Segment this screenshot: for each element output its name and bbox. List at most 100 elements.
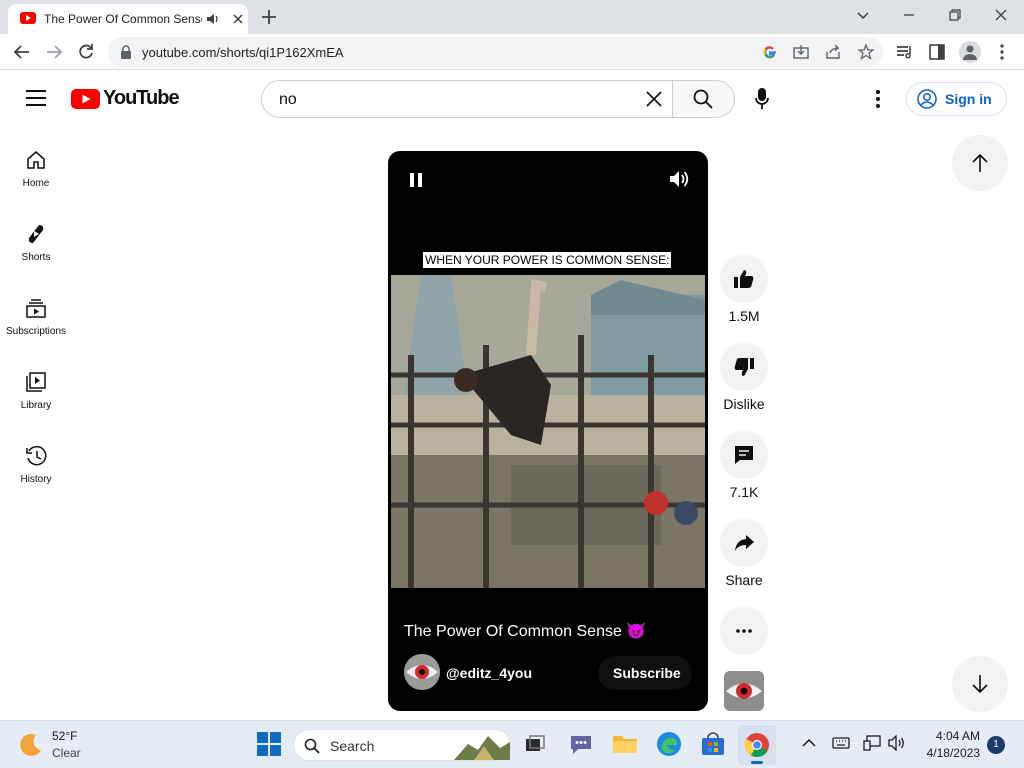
address-bar[interactable]: youtube.com/shorts/qi1P162XmEA <box>108 37 883 67</box>
file-explorer-icon[interactable] <box>612 731 638 757</box>
keyboard-icon[interactable] <box>832 736 850 750</box>
share-page-icon[interactable] <box>825 44 841 60</box>
browser-titlebar: The Power Of Common Sense <box>0 0 1024 34</box>
shorts-icon <box>28 225 44 243</box>
sound-thumbnail[interactable] <box>724 671 764 711</box>
previous-short-button[interactable] <box>952 135 1008 191</box>
channel-avatar[interactable] <box>404 654 440 690</box>
subscriptions-icon <box>26 299 46 318</box>
clock-date[interactable]: 4/18/2023 <box>910 746 980 760</box>
install-app-icon[interactable] <box>793 44 809 60</box>
dislike-label: Dislike <box>723 396 765 412</box>
dislike-button[interactable] <box>720 343 768 391</box>
lock-icon[interactable] <box>120 45 132 59</box>
taskbar-search-label: Search <box>330 738 375 754</box>
windows-taskbar: 52°F Clear Search 4:04 AM 4/18/2023 1 <box>0 720 1024 768</box>
side-panel-icon[interactable] <box>929 44 945 60</box>
like-count: 1.5M <box>728 308 760 324</box>
weather-temperature[interactable]: 52°F <box>52 729 77 743</box>
settings-menu-icon[interactable] <box>875 90 881 108</box>
window-close-icon[interactable] <box>994 8 1008 22</box>
arrow-down-icon <box>972 675 988 694</box>
search-highlight-icon <box>454 736 510 760</box>
weather-condition[interactable]: Clear <box>52 746 81 760</box>
youtube-logo[interactable]: YouTube <box>71 87 180 111</box>
url-text[interactable]: youtube.com/shorts/qi1P162XmEA <box>142 45 344 60</box>
video-caption: WHEN YOUR POWER IS COMMON SENSE: <box>423 252 672 268</box>
search-input[interactable]: no <box>261 80 673 118</box>
clock-time[interactable]: 4:04 AM <box>930 729 980 743</box>
chrome-taskbar-button[interactable] <box>738 725 776 765</box>
next-short-button[interactable] <box>952 656 1008 712</box>
taskbar-search[interactable]: Search <box>293 729 511 761</box>
search-input-value[interactable]: no <box>279 91 297 109</box>
browser-menu-icon[interactable] <box>999 44 1005 60</box>
share-button[interactable] <box>720 519 768 567</box>
tab-title: The Power Of Common Sense <box>44 12 202 26</box>
sidebar-item-history[interactable]: History <box>0 445 72 519</box>
tab-search-icon[interactable] <box>856 8 870 22</box>
new-tab-icon[interactable] <box>260 8 278 26</box>
minimize-icon[interactable] <box>902 8 916 22</box>
comments-button[interactable] <box>720 431 768 479</box>
network-icon[interactable] <box>863 735 881 751</box>
active-app-indicator <box>751 761 763 764</box>
teams-chat-icon[interactable] <box>568 731 594 757</box>
sign-in-label: Sign in <box>945 91 992 107</box>
channel-eye-logo-icon <box>724 671 764 711</box>
profile-avatar[interactable] <box>959 41 981 63</box>
youtube-favicon-icon <box>20 12 36 24</box>
share-label: Share <box>725 572 763 588</box>
channel-eye-logo-icon <box>404 654 440 690</box>
edge-browser-icon[interactable] <box>656 731 682 757</box>
home-icon <box>27 151 45 169</box>
sidebar-item-home[interactable]: Home <box>0 149 72 223</box>
tab-audio-icon[interactable] <box>206 12 220 26</box>
sidebar-item-label: Shorts <box>21 252 51 263</box>
task-view-icon[interactable] <box>522 731 548 757</box>
restore-icon[interactable] <box>948 8 962 22</box>
windows-start-icon[interactable] <box>256 731 282 757</box>
arrow-up-icon <box>972 153 988 172</box>
pause-icon[interactable] <box>409 172 423 188</box>
share-arrow-icon <box>735 535 754 551</box>
sidebar-item-shorts[interactable]: Shorts <box>0 223 72 297</box>
sign-in-button[interactable]: Sign in <box>906 82 1007 116</box>
search-button[interactable] <box>672 80 735 118</box>
youtube-logo-text: YouTube <box>103 87 180 109</box>
video-frame[interactable] <box>391 275 705 588</box>
sidebar-item-subscriptions[interactable]: Subscriptions <box>0 297 72 371</box>
hamburger-menu-icon[interactable] <box>26 90 46 106</box>
volume-icon[interactable] <box>669 169 691 189</box>
voice-search-icon[interactable] <box>755 88 769 110</box>
show-hidden-icons-icon[interactable] <box>802 738 816 748</box>
back-icon[interactable] <box>13 43 31 61</box>
short-title[interactable]: The Power Of Common Sense 😈 <box>404 621 646 641</box>
google-icon[interactable] <box>762 44 778 60</box>
search-icon <box>693 89 713 109</box>
clear-search-icon[interactable] <box>646 91 662 107</box>
reading-list-icon[interactable] <box>896 44 914 60</box>
weather-moon-icon[interactable] <box>18 732 44 758</box>
tab-close-icon[interactable] <box>232 13 244 25</box>
comment-icon <box>735 446 753 464</box>
channel-name[interactable]: @editz_4you <box>446 665 532 681</box>
microsoft-store-icon[interactable] <box>700 731 726 757</box>
library-icon <box>26 372 46 392</box>
reload-icon[interactable] <box>77 43 95 61</box>
like-button[interactable] <box>720 255 768 303</box>
chrome-icon <box>745 733 769 758</box>
subscribe-button[interactable]: Subscribe <box>598 656 692 690</box>
speaker-icon[interactable] <box>888 735 906 751</box>
browser-toolbar: youtube.com/shorts/qi1P162XmEA <box>0 34 1024 70</box>
sidebar-item-label: Library <box>20 400 52 411</box>
sidebar-item-label: Home <box>22 178 50 189</box>
notification-badge[interactable]: 1 <box>987 736 1005 754</box>
bookmark-star-icon[interactable] <box>858 44 874 60</box>
profile-icon <box>963 45 977 60</box>
sidebar-item-library[interactable]: Library <box>0 371 72 445</box>
browser-tab[interactable]: The Power Of Common Sense <box>8 4 248 34</box>
forward-icon[interactable] <box>45 43 63 61</box>
more-actions-button[interactable] <box>720 607 768 655</box>
shorts-player[interactable]: WHEN YOUR POWER IS COMMON SENSE: The Pow… <box>388 151 708 711</box>
